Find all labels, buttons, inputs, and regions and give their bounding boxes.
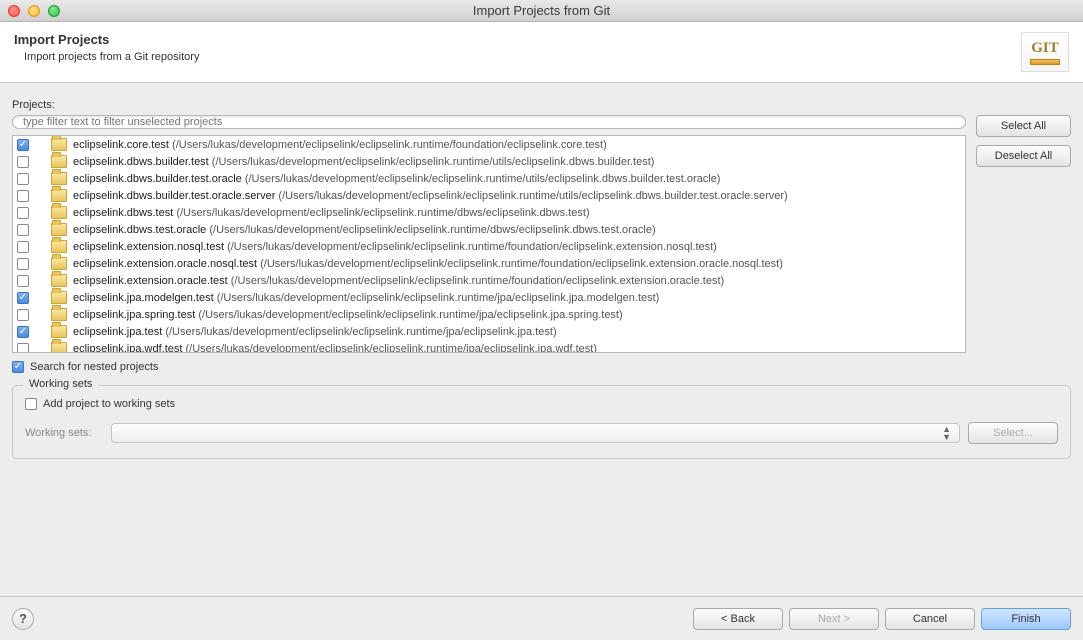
project-row[interactable]: eclipselink.dbws.builder.test (/Users/lu…	[13, 153, 965, 170]
folder-icon	[51, 138, 67, 151]
deselect-all-button[interactable]: Deselect All	[976, 145, 1071, 167]
wizard-footer: ? < Back Next > Cancel Finish	[0, 596, 1083, 640]
folder-icon	[51, 155, 67, 168]
project-checkbox[interactable]	[17, 224, 29, 236]
window-zoom-icon[interactable]	[48, 5, 60, 17]
search-nested-checkbox[interactable]: ✓	[12, 361, 24, 373]
project-checkbox[interactable]	[17, 173, 29, 185]
project-row[interactable]: ✓ eclipselink.jpa.modelgen.test (/Users/l…	[13, 289, 965, 306]
add-to-working-sets-label: Add project to working sets	[43, 398, 175, 410]
folder-icon	[51, 308, 67, 321]
projects-label: Projects:	[12, 99, 1071, 111]
project-checkbox[interactable]	[17, 343, 29, 354]
page-subtitle: Import projects from a Git repository	[24, 51, 199, 63]
working-sets-legend: Working sets	[23, 378, 98, 390]
back-button[interactable]: < Back	[693, 608, 783, 630]
window-close-icon[interactable]	[8, 5, 20, 17]
titlebar: Import Projects from Git	[0, 0, 1083, 22]
project-checkbox[interactable]: ✓	[17, 139, 29, 151]
folder-icon	[51, 257, 67, 270]
window-title: Import Projects from Git	[0, 3, 1083, 18]
finish-button[interactable]: Finish	[981, 608, 1071, 630]
working-sets-select-button[interactable]: Select...	[968, 422, 1058, 444]
working-sets-combo-label: Working sets:	[25, 427, 103, 439]
search-nested-label: Search for nested projects	[30, 361, 158, 373]
project-row[interactable]: eclipselink.extension.nosql.test (/Users…	[13, 238, 965, 255]
folder-icon	[51, 223, 67, 236]
working-sets-combo[interactable]: ▲▼	[111, 423, 960, 443]
folder-icon	[51, 206, 67, 219]
project-label: eclipselink.dbws.builder.test.oracle.ser…	[73, 190, 788, 202]
project-checkbox[interactable]	[17, 156, 29, 168]
project-label: eclipselink.dbws.test (/Users/lukas/deve…	[73, 207, 590, 219]
cancel-button[interactable]: Cancel	[885, 608, 975, 630]
project-label: eclipselink.extension.oracle.test (/User…	[73, 275, 724, 287]
wizard-header: Import Projects Import projects from a G…	[0, 22, 1083, 83]
next-button[interactable]: Next >	[789, 608, 879, 630]
projects-list[interactable]: ✓ eclipselink.core.test (/Users/lukas/dev…	[12, 135, 966, 353]
project-label: eclipselink.core.test (/Users/lukas/deve…	[73, 139, 607, 151]
project-label: eclipselink.jpa.test (/Users/lukas/devel…	[73, 326, 557, 338]
filter-input[interactable]	[12, 115, 966, 129]
project-row[interactable]: eclipselink.jpa.spring.test (/Users/luka…	[13, 306, 965, 323]
project-checkbox[interactable]	[17, 258, 29, 270]
project-label: eclipselink.extension.oracle.nosql.test …	[73, 258, 783, 270]
project-row[interactable]: ✓ eclipselink.core.test (/Users/lukas/dev…	[13, 136, 965, 153]
folder-icon	[51, 172, 67, 185]
wizard-content: Projects: ✓ eclipselink.core.test (/Users…	[0, 83, 1083, 459]
folder-icon	[51, 274, 67, 287]
project-checkbox[interactable]: ✓	[17, 292, 29, 304]
project-checkbox[interactable]	[17, 207, 29, 219]
select-all-button[interactable]: Select All	[976, 115, 1071, 137]
add-to-working-sets-checkbox[interactable]	[25, 398, 37, 410]
project-row[interactable]: eclipselink.dbws.test (/Users/lukas/deve…	[13, 204, 965, 221]
project-label: eclipselink.dbws.test.oracle (/Users/luk…	[73, 224, 656, 236]
project-label: eclipselink.jpa.modelgen.test (/Users/lu…	[73, 292, 659, 304]
project-row[interactable]: eclipselink.jpa.wdf.test (/Users/lukas/d…	[13, 340, 965, 353]
project-label: eclipselink.jpa.wdf.test (/Users/lukas/d…	[73, 343, 597, 354]
project-checkbox[interactable]	[17, 190, 29, 202]
project-checkbox[interactable]	[17, 241, 29, 253]
page-title: Import Projects	[14, 32, 199, 47]
project-checkbox[interactable]	[17, 309, 29, 321]
project-label: eclipselink.jpa.spring.test (/Users/luka…	[73, 309, 623, 321]
folder-icon	[51, 240, 67, 253]
project-checkbox[interactable]: ✓	[17, 326, 29, 338]
help-icon[interactable]: ?	[12, 608, 34, 630]
traffic-lights	[8, 5, 60, 17]
project-row[interactable]: eclipselink.extension.oracle.test (/User…	[13, 272, 965, 289]
git-logo-icon: GIT	[1021, 32, 1069, 72]
folder-icon	[51, 189, 67, 202]
project-row[interactable]: eclipselink.dbws.builder.test.oracle (/U…	[13, 170, 965, 187]
combo-arrows-icon: ▲▼	[942, 425, 951, 441]
folder-icon	[51, 325, 67, 338]
project-row[interactable]: eclipselink.dbws.builder.test.oracle.ser…	[13, 187, 965, 204]
working-sets-group: Working sets Add project to working sets…	[12, 385, 1071, 459]
project-label: eclipselink.extension.nosql.test (/Users…	[73, 241, 717, 253]
project-label: eclipselink.dbws.builder.test (/Users/lu…	[73, 156, 654, 168]
project-row[interactable]: eclipselink.dbws.test.oracle (/Users/luk…	[13, 221, 965, 238]
project-row[interactable]: eclipselink.extension.oracle.nosql.test …	[13, 255, 965, 272]
project-checkbox[interactable]	[17, 275, 29, 287]
project-row[interactable]: ✓ eclipselink.jpa.test (/Users/lukas/deve…	[13, 323, 965, 340]
project-label: eclipselink.dbws.builder.test.oracle (/U…	[73, 173, 720, 185]
window-minimize-icon[interactable]	[28, 5, 40, 17]
folder-icon	[51, 291, 67, 304]
folder-icon	[51, 342, 67, 353]
